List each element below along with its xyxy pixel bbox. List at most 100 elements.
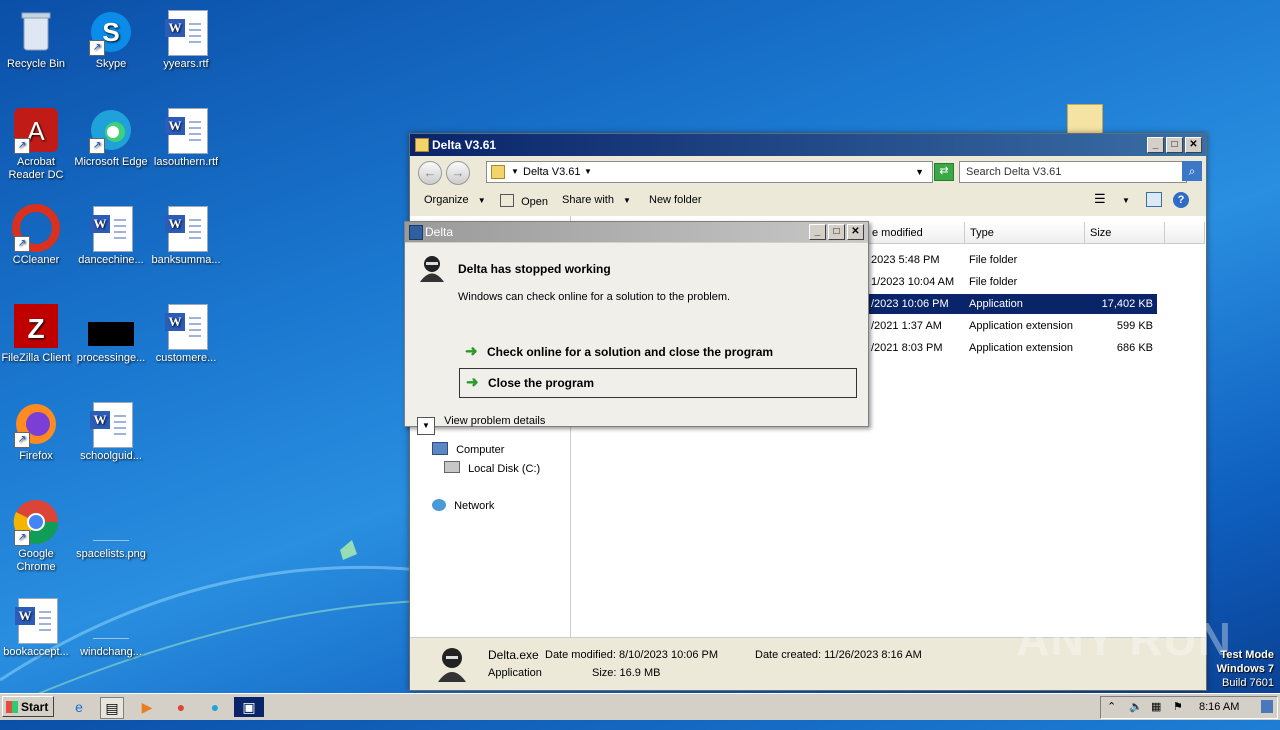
back-button[interactable]: ← bbox=[418, 161, 442, 185]
help-icon[interactable]: ? bbox=[1173, 192, 1189, 208]
detail-kind: Application bbox=[488, 667, 542, 679]
column-header-type[interactable]: Type bbox=[965, 222, 1085, 244]
word-document-icon: W bbox=[87, 204, 135, 252]
window-title: Delta V3.61 bbox=[432, 138, 497, 152]
desktop-icon-spacelists[interactable]: spacelists.png bbox=[73, 498, 149, 561]
preview-pane-icon[interactable] bbox=[1146, 192, 1162, 207]
address-dropdown-icon[interactable]: ▼ bbox=[915, 162, 924, 182]
column-header-date-modified[interactable]: e modified bbox=[867, 222, 965, 244]
desktop-icon-label: processinge... bbox=[76, 352, 146, 364]
desktop-icon-customere[interactable]: W customere... bbox=[148, 302, 224, 365]
start-button[interactable]: Start bbox=[2, 696, 54, 717]
refresh-button[interactable]: ⇄ bbox=[934, 163, 954, 181]
arrow-right-icon: ➜ bbox=[465, 343, 478, 360]
nav-local-disk[interactable]: Local Disk (C:) bbox=[444, 461, 540, 475]
view-options-icon[interactable]: ☰ bbox=[1094, 191, 1106, 207]
desktop-icon-ccleaner[interactable]: ↗ CCleaner bbox=[0, 204, 74, 267]
minimize-button[interactable]: _ bbox=[1147, 137, 1164, 153]
test-mode-line-1: Test Mode bbox=[1220, 649, 1274, 661]
cell-date: 2023 5:48 PM bbox=[871, 254, 940, 266]
check-online-button[interactable]: ➜ Check online for a solution and close … bbox=[459, 338, 773, 366]
desktop-icon-label: Google Chrome bbox=[16, 548, 56, 573]
desktop-icon-bookaccept[interactable]: W bookaccept... bbox=[0, 596, 74, 659]
maximize-button[interactable]: □ bbox=[1166, 137, 1183, 153]
desktop-icon-processinge[interactable]: processinge... bbox=[73, 302, 149, 365]
forward-button[interactable]: → bbox=[446, 161, 470, 185]
maximize-button[interactable]: □ bbox=[828, 224, 845, 240]
crash-dialog[interactable]: Delta _ □ ✕ Delta has stopped working Wi… bbox=[404, 221, 869, 435]
table-row[interactable]: 1/2023 10:04 AM File folder bbox=[867, 272, 1157, 292]
desktop-icon-recycle-bin[interactable]: Recycle Bin bbox=[0, 8, 74, 71]
desktop-icon-label: CCleaner bbox=[12, 254, 60, 266]
nav-network[interactable]: Network bbox=[432, 499, 494, 512]
media-player-icon[interactable]: ▶ bbox=[136, 697, 158, 717]
close-button[interactable]: ✕ bbox=[847, 224, 864, 240]
desktop-icon-label: Microsoft Edge bbox=[74, 156, 148, 168]
delta-taskbar-icon[interactable]: ▣ bbox=[234, 697, 264, 717]
minimize-button[interactable]: _ bbox=[809, 224, 826, 240]
search-input[interactable]: Search Delta V3.61 bbox=[959, 161, 1187, 183]
drive-icon bbox=[444, 461, 460, 473]
view-details-toggle[interactable]: ▼ View problem details bbox=[417, 415, 545, 435]
organize-menu[interactable]: Organize ▼ bbox=[424, 194, 486, 206]
table-row[interactable]: /2021 1:37 AM Application extension 599 … bbox=[867, 316, 1157, 336]
desktop-icon-chrome[interactable]: ↗ Google Chrome bbox=[0, 498, 74, 574]
volume-icon[interactable]: 🔈 bbox=[1129, 700, 1143, 713]
search-icon[interactable]: ⌕ bbox=[1182, 161, 1202, 181]
desktop-icon-skype[interactable]: S ↗ Skype bbox=[73, 8, 149, 71]
desktop-icon-label: schoolguid... bbox=[80, 450, 142, 462]
arrow-right-icon: ➜ bbox=[466, 374, 479, 391]
desktop-icon-yyears[interactable]: W yyears.rtf bbox=[148, 8, 224, 71]
table-row-selected[interactable]: /2023 10:06 PM Application 17,402 KB bbox=[867, 294, 1157, 314]
network-icon bbox=[432, 499, 446, 511]
computer-icon bbox=[432, 442, 448, 455]
desktop-icon-dancechine[interactable]: W dancechine... bbox=[73, 204, 149, 267]
nav-computer[interactable]: Computer bbox=[432, 442, 504, 456]
show-hidden-icons-icon[interactable]: ⌃ bbox=[1107, 700, 1116, 713]
chevron-down-icon[interactable]: ▼ bbox=[1122, 196, 1130, 205]
image-thumbnail-icon bbox=[87, 302, 135, 350]
test-mode-notice: Test Mode Windows 7 Build 7601 bbox=[1217, 648, 1274, 690]
close-button[interactable]: ✕ bbox=[1185, 137, 1202, 153]
breadcrumb-current[interactable]: Delta V3.61 bbox=[523, 162, 580, 182]
taskbar: Start e ▤ ▶ ● ● ▣ ⌃ 🔈 ▦ ⚑ 8:16 AM bbox=[0, 693, 1280, 720]
desktop-icon-acrobat[interactable]: A ↗ Acrobat Reader DC bbox=[0, 106, 74, 182]
desktop-icon-firefox[interactable]: ↗ Firefox bbox=[0, 400, 74, 463]
action-center-icon[interactable]: ⚑ bbox=[1173, 700, 1183, 713]
share-with-menu[interactable]: Share with ▼ bbox=[562, 194, 631, 206]
chrome-taskbar-icon[interactable]: ● bbox=[170, 697, 192, 717]
ie-icon[interactable]: e bbox=[68, 697, 90, 717]
show-desktop-button[interactable] bbox=[1261, 700, 1273, 713]
table-row[interactable]: 2023 5:48 PM File folder bbox=[867, 250, 1157, 270]
new-folder-button[interactable]: New folder bbox=[649, 194, 702, 206]
column-header-extra[interactable] bbox=[1165, 222, 1205, 244]
cell-type: File folder bbox=[969, 276, 1018, 288]
explorer-titlebar[interactable]: Delta V3.61 _ □ ✕ bbox=[410, 134, 1206, 156]
app-icon bbox=[417, 253, 447, 283]
breadcrumb-chevron-icon: ▼ bbox=[584, 167, 592, 176]
organize-label: Organize bbox=[424, 194, 469, 206]
network-tray-icon[interactable]: ▦ bbox=[1151, 700, 1161, 713]
desktop-icon-windchang[interactable]: windchang... bbox=[73, 596, 149, 659]
close-program-button[interactable]: ➜ Close the program bbox=[459, 368, 857, 398]
edge-taskbar-icon[interactable]: ● bbox=[204, 697, 226, 717]
desktop-icon-banksumma[interactable]: W banksumma... bbox=[148, 204, 224, 267]
explorer-taskbar-icon[interactable]: ▤ bbox=[100, 697, 124, 719]
desktop-icon-label: yyears.rtf bbox=[163, 58, 209, 70]
desktop-folder-icon bbox=[1067, 104, 1103, 136]
cell-size: 17,402 KB bbox=[1101, 298, 1153, 310]
dialog-body: Delta has stopped working Windows can ch… bbox=[405, 243, 868, 435]
table-row[interactable]: /2021 8:03 PM Application extension 686 … bbox=[867, 338, 1157, 358]
open-button[interactable]: Open bbox=[500, 194, 548, 208]
desktop-icon-filezilla[interactable]: Z FileZilla Client bbox=[0, 302, 74, 365]
clock[interactable]: 8:16 AM bbox=[1199, 701, 1239, 713]
word-document-icon: W bbox=[87, 400, 135, 448]
column-header-size[interactable]: Size bbox=[1085, 222, 1165, 244]
desktop-icon-lasouthern[interactable]: W lasouthern.rtf bbox=[148, 106, 224, 169]
address-field[interactable]: ▼ Delta V3.61 ▼ ▼ bbox=[486, 161, 933, 183]
cell-size: 686 KB bbox=[1116, 342, 1153, 354]
svg-text:Z: Z bbox=[27, 313, 44, 344]
dialog-titlebar[interactable]: Delta _ □ ✕ bbox=[405, 222, 868, 242]
desktop-icon-edge[interactable]: ↗ Microsoft Edge bbox=[73, 106, 149, 169]
desktop-icon-schoolguid[interactable]: W schoolguid... bbox=[73, 400, 149, 463]
